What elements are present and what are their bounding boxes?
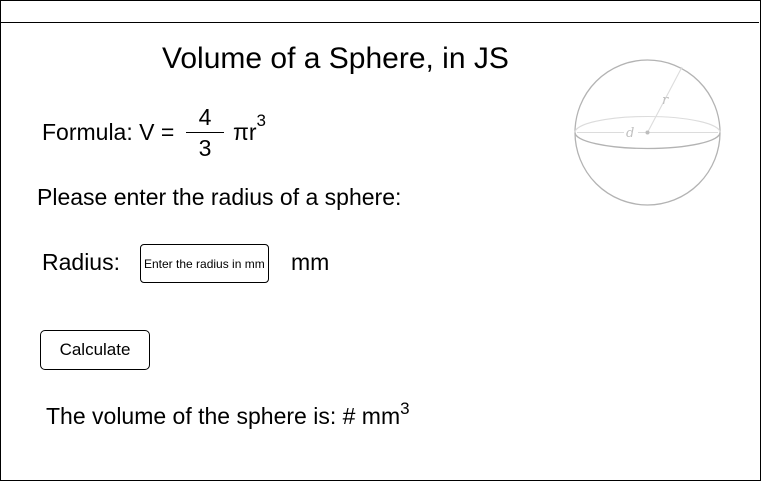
equator-back <box>574 115 721 133</box>
page-title: Volume of a Sphere, in JS <box>162 42 509 75</box>
calculate-button[interactable]: Calculate <box>40 330 150 370</box>
center-point <box>645 130 650 135</box>
fraction-denominator: 3 <box>198 135 212 161</box>
radius-unit: mm <box>291 249 330 275</box>
result-text: The volume of the sphere is: # mm3 <box>46 399 410 430</box>
diameter-symbol: d <box>626 126 634 141</box>
formula-fraction: 4 3 <box>186 104 224 161</box>
radius-prompt: Please enter the radius of a sphere: <box>37 184 402 210</box>
radius-input[interactable] <box>140 244 269 283</box>
equator-front <box>574 132 721 150</box>
formula-pi-r: πr 3 <box>233 111 266 146</box>
fraction-numerator: 4 <box>198 104 212 130</box>
fraction-bar <box>186 132 224 133</box>
formula-label: Formula: V = <box>42 119 175 145</box>
formula-exponent: 3 <box>256 111 266 130</box>
sphere-diagram: r d <box>574 59 721 206</box>
result-exponent: 3 <box>400 399 410 418</box>
radius-symbol: r <box>662 93 669 108</box>
pi-r-text: πr <box>233 119 257 145</box>
radius-label: Radius: <box>42 249 120 275</box>
result-label: The volume of the sphere is: # mm <box>46 403 401 429</box>
top-bar <box>0 0 759 23</box>
